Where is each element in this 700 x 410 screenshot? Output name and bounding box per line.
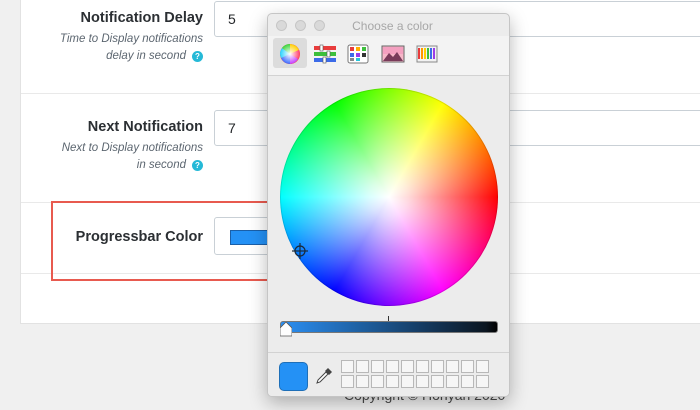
swatch-cell[interactable] [341,360,354,373]
tab-color-palettes[interactable] [341,38,375,68]
notification-delay-help-line2: delay in second [106,50,186,62]
tab-color-wheel[interactable] [273,38,307,68]
tab-pencils[interactable] [409,38,443,68]
color-sliders-icon [314,44,336,64]
next-notification-title: Next Notification [87,119,203,135]
help-icon[interactable]: ? [192,51,203,62]
help-icon[interactable]: ? [192,160,203,171]
color-picker-window: Choose a color [267,13,510,397]
notification-delay-label-block: Notification Delay Time to Display notif… [60,10,203,65]
next-notification-help-line2: in second [136,159,186,171]
swatch-cell[interactable] [446,360,459,373]
swatch-cell[interactable] [386,375,399,388]
color-wheel[interactable] [280,88,498,306]
tab-image-palettes[interactable] [375,38,409,68]
next-notification-help-line1: Next to Display notifications [61,142,203,154]
swatch-cell[interactable] [356,375,369,388]
picker-body [268,77,509,352]
image-palette-icon [381,45,405,63]
crosshair-icon[interactable] [292,243,308,259]
highlight-annotation-box [51,201,303,281]
color-palettes-icon [347,44,369,64]
next-notification-help-line2-wrap: in second? [62,157,203,174]
swatch-cell[interactable] [416,360,429,373]
pencils-icon [416,45,438,63]
color-wheel-icon [280,44,300,64]
notification-delay-help: Time to Display notifications delay in s… [60,31,203,65]
swatch-cell[interactable] [476,360,489,373]
swatch-cell[interactable] [461,360,474,373]
swatch-cell[interactable] [476,375,489,388]
swatch-cell[interactable] [401,360,414,373]
swatch-cell[interactable] [446,375,459,388]
swatch-cell[interactable] [431,360,444,373]
swatch-cell[interactable] [386,360,399,373]
picker-title: Choose a color [352,19,433,33]
swatch-cell[interactable] [341,375,354,388]
notification-delay-help-line2-wrap: delay in second? [60,48,203,65]
notification-delay-title: Notification Delay [80,10,203,26]
picker-bottom-bar [268,352,509,396]
next-notification-label-block: Next Notification Next to Display notifi… [62,119,203,174]
swatch-cell[interactable] [356,360,369,373]
swatch-cell[interactable] [431,375,444,388]
slider-thumb[interactable] [280,322,292,337]
brightness-slider[interactable] [280,321,498,333]
swatch-cell[interactable] [416,375,429,388]
swatch-cell[interactable] [371,375,384,388]
picker-tab-bar [268,36,509,76]
eyedropper-icon[interactable] [315,367,333,385]
swatch-cell[interactable] [371,360,384,373]
tab-color-sliders[interactable] [307,38,341,68]
current-color-well[interactable] [279,362,308,391]
swatch-cell[interactable] [461,375,474,388]
swatch-cell[interactable] [401,375,414,388]
next-notification-help: Next to Display notifications in second? [62,140,203,174]
swatch-grid [341,360,491,390]
picker-titlebar[interactable]: Choose a color [268,14,509,36]
notification-delay-help-line1: Time to Display notifications [59,33,203,45]
